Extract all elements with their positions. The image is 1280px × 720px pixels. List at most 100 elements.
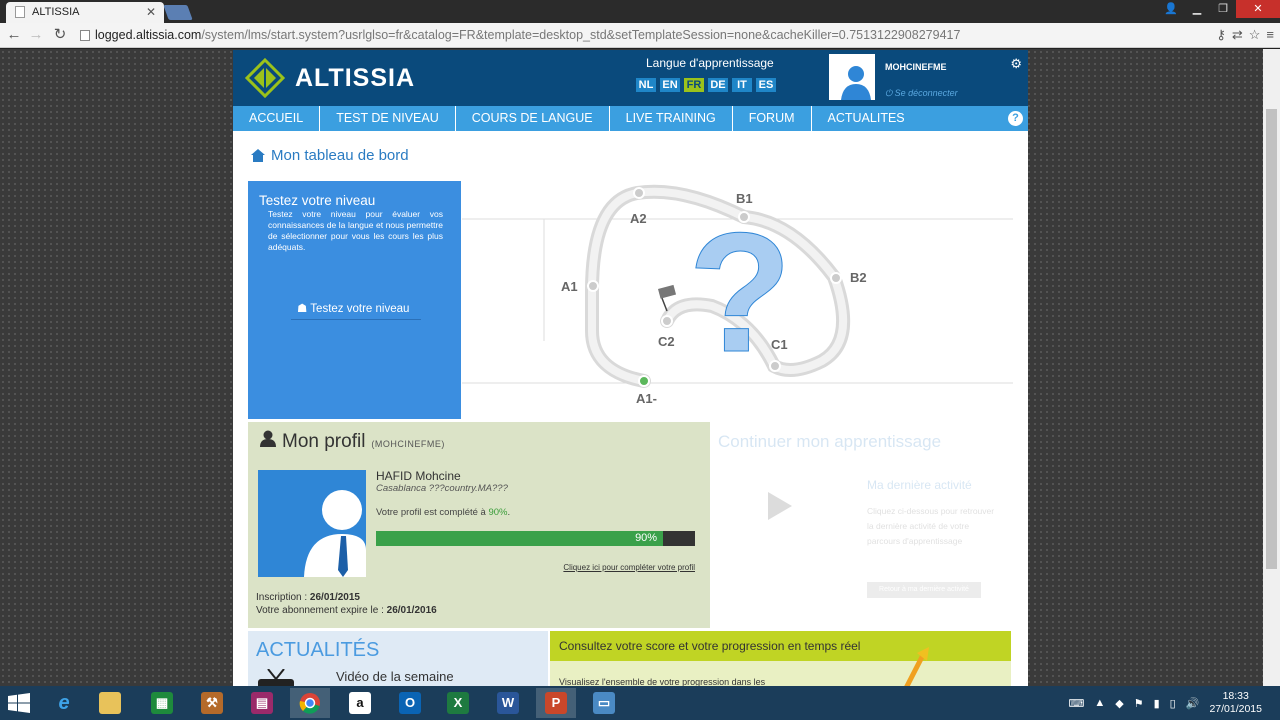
play-icon[interactable] bbox=[768, 492, 792, 520]
lang-nl[interactable]: NL bbox=[636, 78, 656, 92]
tools-icon: ⚒ bbox=[201, 692, 223, 714]
level-node-b1[interactable] bbox=[738, 211, 750, 223]
profile-complete-pct: 90% bbox=[488, 507, 508, 518]
continue-learning-card: Continuer mon apprentissage Ma dernière … bbox=[713, 422, 1013, 628]
menu-item-live-training[interactable]: LIVE TRAINING bbox=[610, 106, 733, 131]
logout-link[interactable]: ⏻ Se déconnecter bbox=[885, 88, 958, 99]
taskbar-explorer[interactable] bbox=[90, 688, 130, 718]
browser-toolbar: ← → ↻ logged.altissia.com/system/lms/sta… bbox=[0, 23, 1280, 48]
brand-logo[interactable]: ALTISSIA bbox=[245, 58, 415, 98]
flag-icon[interactable]: ⚑ bbox=[1134, 697, 1144, 710]
brand-name: ALTISSIA bbox=[295, 63, 416, 92]
menu-item-accueil[interactable]: ACCUEIL bbox=[233, 106, 321, 131]
level-node-c1[interactable] bbox=[769, 360, 781, 372]
bookmark-star-icon[interactable]: ☆ bbox=[1249, 27, 1261, 43]
question-mark-icon: ? bbox=[688, 198, 792, 388]
inscription-label: Inscription : bbox=[256, 592, 308, 603]
home-icon[interactable] bbox=[251, 149, 265, 162]
menu-icon[interactable]: ≡ bbox=[1266, 27, 1274, 43]
menu-item-actualites[interactable]: ACTUALITES bbox=[812, 106, 921, 131]
last-activity-button[interactable]: Retour à ma dernière activité bbox=[867, 582, 981, 598]
profile-username-tag: (MOHCINEFME) bbox=[371, 439, 445, 449]
test-level-button[interactable]: ☗ Testez votre niveau bbox=[291, 298, 421, 320]
taskbar-outlook[interactable]: O bbox=[390, 688, 430, 718]
lang-fr[interactable]: FR bbox=[684, 78, 704, 92]
scroll-thumb[interactable] bbox=[1266, 109, 1277, 569]
lang-it[interactable]: IT bbox=[732, 78, 752, 92]
taskbar-amazon[interactable]: a bbox=[340, 688, 380, 718]
forward-icon[interactable]: → bbox=[26, 26, 46, 44]
level-node-b2[interactable] bbox=[830, 272, 842, 284]
window-close-icon[interactable]: ✕ bbox=[1236, 0, 1280, 18]
network-icon[interactable]: ▮ bbox=[1154, 697, 1160, 710]
level-track-svg: ? A1- A1 A2 B1 B2 C1 C2 bbox=[462, 184, 1013, 406]
taskbar-winrar[interactable]: ▤ bbox=[242, 688, 282, 718]
maximize-icon[interactable]: ❐ bbox=[1210, 0, 1236, 18]
user-icon[interactable]: 👤 bbox=[1158, 0, 1184, 18]
lang-en[interactable]: EN bbox=[660, 78, 680, 92]
url-bar[interactable]: logged.altissia.com/system/lms/start.sys… bbox=[78, 26, 1188, 45]
minimize-icon[interactable]: ▁ bbox=[1184, 0, 1210, 18]
window-controls: 👤 ▁ ❐ ✕ bbox=[1158, 0, 1280, 20]
archive-icon: ▤ bbox=[251, 692, 273, 714]
url-path: /system/lms/start.system?usrlglso=fr&cat… bbox=[201, 28, 961, 42]
level-node-a2[interactable] bbox=[633, 187, 645, 199]
taskbar-ie[interactable]: e bbox=[44, 688, 84, 718]
word-icon: W bbox=[497, 692, 519, 714]
lang-es[interactable]: ES bbox=[756, 78, 776, 92]
menu-item-forum[interactable]: FORUM bbox=[733, 106, 812, 131]
main-menu: ACCUEIL TEST DE NIVEAU COURS DE LANGUE L… bbox=[233, 106, 1028, 131]
clock[interactable]: 18:33 27/01/2015 bbox=[1209, 690, 1262, 716]
translate-icon[interactable]: ⇄ bbox=[1232, 27, 1243, 43]
windows-start-icon[interactable] bbox=[8, 693, 30, 713]
scrollbar[interactable] bbox=[1263, 49, 1280, 686]
profile-card: Mon profil (MOHCINEFME) HAFID Mohcine Ca… bbox=[248, 422, 710, 628]
profile-location: Casablanca ???country.MA??? bbox=[376, 483, 508, 494]
profile-silhouette-icon bbox=[258, 470, 366, 577]
site-container: ALTISSIA Langue d'apprentissage NL EN FR… bbox=[233, 50, 1028, 686]
help-icon[interactable]: ? bbox=[1008, 111, 1023, 126]
os-taskbar: e ▦ ⚒ ▤ a O X W P ▭ ⌨ ▲ ◆ ⚑ ▮ ▯ 🔊 18:33 … bbox=[0, 686, 1280, 720]
username: MOHCINEFME bbox=[885, 62, 947, 72]
tray-expand-icon[interactable]: ▲ bbox=[1094, 697, 1105, 709]
menu-item-test-de-niveau[interactable]: TEST DE NIVEAU bbox=[320, 106, 456, 131]
calculator-icon: ▦ bbox=[151, 692, 173, 714]
close-tab-icon[interactable]: ✕ bbox=[146, 5, 156, 19]
level-description: Testez votre niveau pour évaluer vos con… bbox=[268, 209, 443, 252]
battery-icon[interactable]: ▯ bbox=[1170, 697, 1176, 710]
level-node-a1[interactable] bbox=[587, 280, 599, 292]
taskbar-tools[interactable]: ⚒ bbox=[192, 688, 232, 718]
logout-label: Se déconnecter bbox=[894, 88, 958, 98]
taskbar-chrome[interactable] bbox=[290, 688, 330, 718]
tab-title: ALTISSIA bbox=[32, 6, 80, 18]
taskbar-word[interactable]: W bbox=[488, 688, 528, 718]
menu-item-cours-de-langue[interactable]: COURS DE LANGUE bbox=[456, 106, 610, 131]
volume-icon[interactable]: 🔊 bbox=[1186, 697, 1200, 710]
new-tab-button[interactable] bbox=[163, 5, 193, 20]
back-icon[interactable]: ← bbox=[4, 26, 24, 44]
keyboard-icon[interactable]: ⌨ bbox=[1068, 697, 1084, 710]
level-node-c2[interactable] bbox=[661, 315, 673, 327]
lang-de[interactable]: DE bbox=[708, 78, 728, 92]
browser-tab[interactable]: ALTISSIA ✕ bbox=[6, 2, 164, 23]
page-info-icon bbox=[80, 30, 90, 41]
level-label-b1: B1 bbox=[736, 191, 753, 206]
gear-icon[interactable]: ⚙ bbox=[1010, 56, 1022, 72]
taskbar-remote[interactable]: ▭ bbox=[584, 688, 624, 718]
language-title: Langue d'apprentissage bbox=[646, 56, 774, 70]
taskbar-calculator[interactable]: ▦ bbox=[142, 688, 182, 718]
outlook-icon: O bbox=[399, 692, 421, 714]
profile-photo[interactable] bbox=[258, 470, 366, 577]
avatar[interactable] bbox=[829, 54, 875, 100]
level-node-a1-minus[interactable] bbox=[638, 375, 650, 387]
level-label-a1: A1 bbox=[561, 279, 578, 294]
taskbar-excel[interactable]: X bbox=[438, 688, 478, 718]
reload-icon[interactable]: ↻ bbox=[50, 26, 70, 44]
excel-icon: X bbox=[447, 692, 469, 714]
drive-icon[interactable]: ◆ bbox=[1115, 697, 1123, 710]
key-icon[interactable]: ⚷ bbox=[1216, 27, 1226, 43]
taskbar-powerpoint[interactable]: P bbox=[536, 688, 576, 718]
complete-profile-link[interactable]: Cliquez ici pour compléter votre profil bbox=[563, 563, 695, 572]
news-video-label[interactable]: Vidéo de la semaine bbox=[336, 669, 454, 684]
level-label-c1: C1 bbox=[771, 337, 788, 352]
